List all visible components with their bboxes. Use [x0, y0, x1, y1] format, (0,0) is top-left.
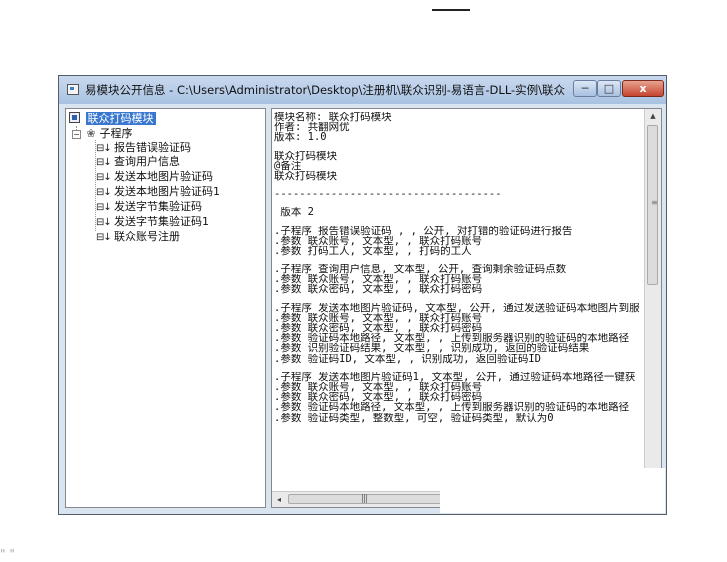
tree-item-send-bytes[interactable]: ⊟↓ 发送字节集验证码	[96, 200, 202, 214]
scroll-up-arrow-icon[interactable]: ▲	[645, 109, 661, 123]
content-line: .参数 联众账号, 文本型, , 联众打码账号	[274, 274, 483, 285]
content-line: .参数 联众密码, 文本型, , 联众打码密码	[274, 284, 483, 295]
content-line: 版本 2	[274, 207, 314, 218]
module-info-content: 模块名称: 联众打码模块 作者: 共翻网优 版本: 1.0 联众打码模块 @备注 联众打码…	[274, 112, 642, 423]
content-line: .子程序 报告错误验证码 , , 公开, 对打错的验证码进行报告	[274, 225, 573, 236]
content-line: .子程序 发送本地图片验证码1, 文本型, 公开, 通过验证码本地路径一键获	[274, 371, 636, 382]
content-line: @备注	[274, 160, 302, 171]
subroutine-icon: ⊟↓	[96, 202, 112, 213]
content-line: .参数 联众账号, 文本型, , 联众打码账号	[274, 235, 483, 246]
horizontal-scroll-thumb[interactable]: |||	[288, 494, 448, 504]
tree-item-label: 发送本地图片验证码1	[114, 185, 220, 198]
subroutine-icon: ⊟↓	[96, 157, 112, 168]
content-line: .参数 验证码类型, 整数型, 可空, 验证码类型, 默认为0	[274, 412, 554, 423]
content-line: .参数 联众密码, 文本型, , 联众打码密码	[274, 323, 483, 334]
subroutine-icon: ⊟↓	[96, 187, 112, 198]
content-line: 作者: 共翻网优	[274, 122, 350, 133]
tree-folder-subroutines[interactable]: − ❀ 子程序	[72, 127, 133, 141]
close-button[interactable]: x	[622, 80, 664, 97]
tree-root-label: 联众打码模块	[85, 112, 156, 125]
content-line: .参数 打码工人, 文本型, , 打码的工人	[274, 245, 472, 257]
tree-root[interactable]: 联众打码模块	[69, 112, 156, 126]
module-info-text[interactable]: 模块名称: 联众打码模块 作者: 共翻网优 版本: 1.0 联众打码模块 @备注 联众打码…	[271, 108, 662, 508]
tree-item-label: 发送本地图片验证码	[114, 170, 213, 183]
module-icon	[69, 112, 80, 123]
tree-item-label: 发送字节集验证码1	[114, 215, 209, 228]
content-line: .参数 验证码ID, 文本型, , 识别成功, 返回验证码ID	[274, 353, 542, 364]
title-bar[interactable]: 易模块公开信息 - C:\Users\Administrator\Desktop…	[59, 76, 666, 104]
tree-item-label: 报告错误验证码	[114, 141, 191, 154]
subroutine-icon: ⊟↓	[96, 232, 112, 243]
minimize-button[interactable]: ─	[573, 80, 597, 97]
folder-icon: ❀	[86, 127, 96, 140]
tree-item-send-local-image[interactable]: ⊟↓ 发送本地图片验证码	[96, 170, 213, 184]
image-overlay-patch	[440, 468, 665, 513]
tree-item-label: 查询用户信息	[114, 155, 180, 168]
content-line: .参数 联众账号, 文本型, , 联众打码账号	[274, 312, 483, 323]
tree-item-label: 联众账号注册	[114, 230, 180, 243]
content-line: .参数 验证码本地路径, 文本型, , 上传到服务器识别的验证码的本地路径	[274, 402, 630, 413]
top-dash-mark	[432, 9, 470, 11]
app-icon	[67, 84, 79, 95]
content-line: 模块名称: 联众打码模块	[274, 112, 392, 123]
subroutine-icon: ⊟↓	[96, 143, 112, 154]
content-line: ------------------------------------	[274, 189, 502, 200]
scroll-grip-icon: ≡	[651, 198, 658, 207]
scroll-grip-icon: |||	[361, 494, 368, 504]
content-line: .参数 联众账号, 文本型, , 联众打码账号	[274, 381, 483, 393]
vertical-scrollbar[interactable]: ▲ ≡ ▼	[644, 109, 661, 492]
tree-folder-label: 子程序	[99, 127, 133, 140]
bottom-caption-fragment: " "	[0, 547, 15, 561]
scroll-left-arrow-icon[interactable]: ◂	[272, 492, 286, 507]
module-tree[interactable]: 联众打码模块 − ❀ 子程序 ⊟↓ 报告错误验证码 ⊟↓ 查询用户信息 ⊟↓ 发送本地图…	[65, 108, 266, 508]
collapse-toggle-icon[interactable]: −	[72, 130, 81, 139]
tree-item-send-bytes-1[interactable]: ⊟↓ 发送字节集验证码1	[96, 215, 209, 229]
content-line: .参数 联众密码, 文本型, , 联众打码密码	[274, 392, 483, 403]
content-line: .子程序 发送本地图片验证码, 文本型, 公开, 通过发送验证码本地图片到服	[274, 302, 640, 313]
content-line: 联众打码模块	[274, 150, 337, 161]
vertical-scroll-thumb[interactable]: ≡	[647, 125, 658, 285]
module-info-window: 易模块公开信息 - C:\Users\Administrator\Desktop…	[58, 75, 667, 515]
tree-item-register-account[interactable]: ⊟↓ 联众账号注册	[96, 230, 180, 244]
window-title: 易模块公开信息 - C:\Users\Administrator\Desktop…	[85, 83, 565, 97]
content-line: .参数 识别验证码结果, 文本型, , 识别成功, 返回的验证码结果	[274, 343, 590, 354]
tree-item-report-error[interactable]: ⊟↓ 报告错误验证码	[96, 141, 191, 155]
subroutine-icon: ⊟↓	[96, 217, 112, 228]
content-line: 版本: 1.0	[274, 132, 327, 143]
subroutine-icon: ⊟↓	[96, 172, 112, 183]
content-line: .参数 验证码本地路径, 文本型, , 上传到服务器识别的验证码的本地路径	[274, 333, 630, 344]
maximize-button[interactable]: □	[597, 80, 621, 97]
content-line: .子程序 查询用户信息, 文本型, 公开, 查询剩余验证码点数	[274, 264, 567, 275]
tree-item-query-user[interactable]: ⊟↓ 查询用户信息	[96, 155, 180, 169]
tree-item-label: 发送字节集验证码	[114, 200, 202, 213]
tree-item-send-local-image-1[interactable]: ⊟↓ 发送本地图片验证码1	[96, 185, 220, 199]
content-line: 联众打码模块	[274, 170, 337, 182]
